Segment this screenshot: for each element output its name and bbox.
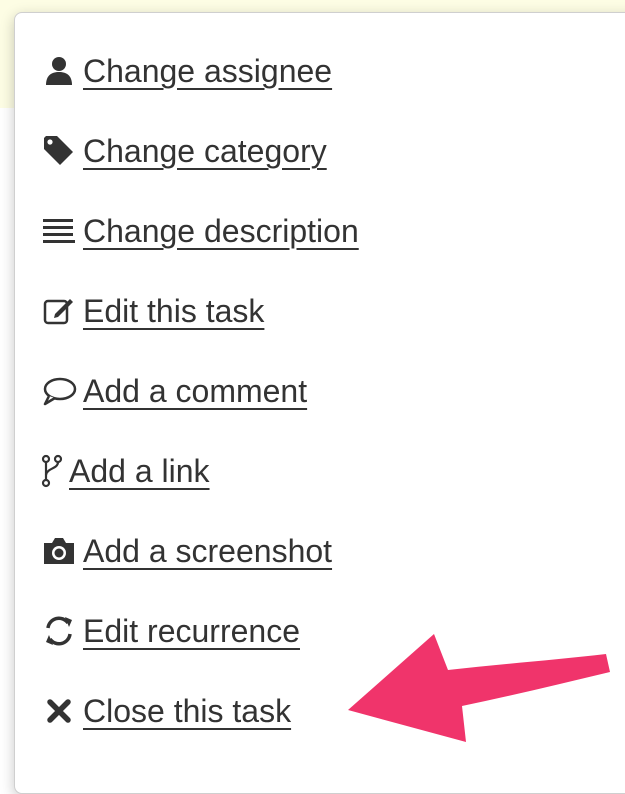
comment-icon	[41, 373, 77, 409]
menu-item-label[interactable]: Change assignee	[83, 51, 332, 91]
menu-item-label[interactable]: Change category	[83, 131, 327, 171]
menu-item-change-assignee[interactable]: Change assignee	[41, 41, 332, 101]
annotation-arrow-icon	[348, 634, 610, 742]
menu-item-add-comment[interactable]: Add a comment	[41, 361, 307, 421]
menu-item-edit-recurrence[interactable]: Edit recurrence	[41, 601, 300, 661]
code-fork-icon	[41, 453, 63, 489]
menu-item-label[interactable]: Edit recurrence	[83, 611, 300, 651]
menu-item-label[interactable]: Close this task	[83, 691, 291, 731]
close-icon	[41, 693, 77, 729]
menu-item-close-task[interactable]: Close this task	[41, 681, 291, 741]
menu-item-label[interactable]: Edit this task	[83, 291, 264, 331]
edit-icon	[41, 293, 77, 329]
refresh-icon	[41, 613, 77, 649]
camera-icon	[41, 533, 77, 569]
menu-item-label[interactable]: Add a screenshot	[83, 531, 332, 571]
menu-item-change-description[interactable]: Change description	[41, 201, 359, 261]
tag-icon	[41, 133, 77, 169]
align-left-icon	[41, 213, 77, 249]
menu-item-edit-task[interactable]: Edit this task	[41, 281, 264, 341]
menu-item-add-link[interactable]: Add a link	[41, 441, 210, 501]
menu-item-add-screenshot[interactable]: Add a screenshot	[41, 521, 332, 581]
user-icon	[41, 53, 77, 89]
menu-item-label[interactable]: Add a comment	[83, 371, 307, 411]
menu-item-label[interactable]: Add a link	[69, 451, 210, 491]
menu-item-label[interactable]: Change description	[83, 211, 359, 251]
menu-item-change-category[interactable]: Change category	[41, 121, 327, 181]
